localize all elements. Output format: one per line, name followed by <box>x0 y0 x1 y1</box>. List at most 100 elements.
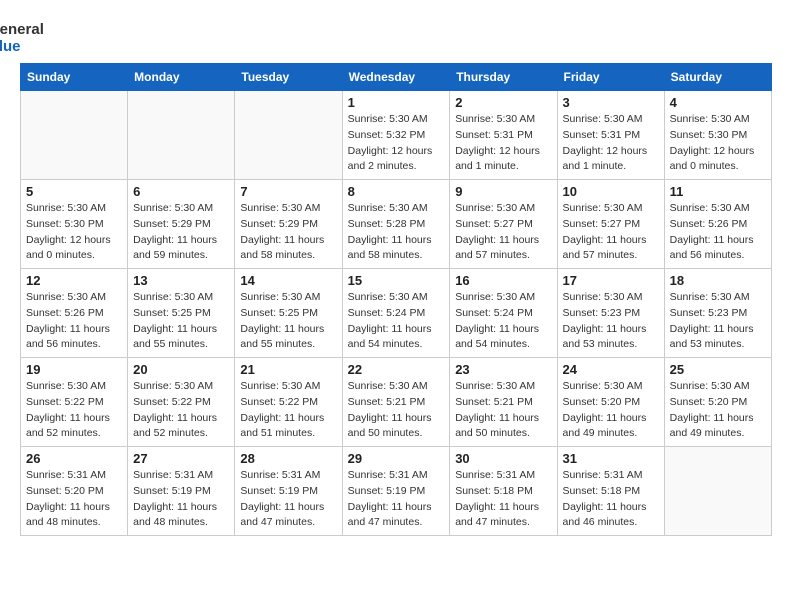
weekday-header-friday: Friday <box>557 64 664 91</box>
week-row-4: 19 Sunrise: 5:30 AM Sunset: 5:22 PM Dayli… <box>21 358 772 447</box>
day-info: Sunrise: 5:30 AM Sunset: 5:23 PM Dayligh… <box>670 290 766 353</box>
calendar-cell <box>128 91 235 180</box>
calendar-cell: 28 Sunrise: 5:31 AM Sunset: 5:19 PM Dayli… <box>235 447 342 536</box>
week-row-3: 12 Sunrise: 5:30 AM Sunset: 5:26 PM Dayli… <box>21 269 772 358</box>
weekday-header-sunday: Sunday <box>21 64 128 91</box>
day-number: 20 <box>133 362 229 377</box>
day-info: Sunrise: 5:30 AM Sunset: 5:21 PM Dayligh… <box>455 379 551 442</box>
day-info: Sunrise: 5:30 AM Sunset: 5:30 PM Dayligh… <box>670 112 766 175</box>
day-number: 16 <box>455 273 551 288</box>
day-info: Sunrise: 5:30 AM Sunset: 5:25 PM Dayligh… <box>133 290 229 353</box>
calendar-cell: 26Sunrise: 5:31 AM Sunset: 5:20 PM Dayli… <box>21 447 128 536</box>
page: General Blue General Blue SundayMondayTu… <box>0 0 792 546</box>
day-number: 22 <box>348 362 445 377</box>
day-number: 27 <box>133 451 229 466</box>
calendar-cell <box>21 91 128 180</box>
day-info: Sunrise: 5:30 AM Sunset: 5:20 PM Dayligh… <box>670 379 766 442</box>
day-info: Sunrise: 5:30 AM Sunset: 5:22 PM Dayligh… <box>26 379 122 442</box>
day-info: Sunrise: 5:30 AM Sunset: 5:25 PM Dayligh… <box>240 290 336 353</box>
day-info: Sunrise: 5:30 AM Sunset: 5:23 PM Dayligh… <box>563 290 659 353</box>
calendar-cell: 13 Sunrise: 5:30 AM Sunset: 5:25 PM Dayli… <box>128 269 235 358</box>
day-info: Sunrise: 5:31 AM Sunset: 5:19 PM Dayligh… <box>348 468 445 531</box>
day-number: 12 <box>26 273 122 288</box>
calendar-cell: 31 Sunrise: 5:31 AM Sunset: 5:18 PM Dayli… <box>557 447 664 536</box>
calendar-cell: 5Sunrise: 5:30 AM Sunset: 5:30 PM Daylig… <box>21 180 128 269</box>
day-number: 2 <box>455 95 551 110</box>
weekday-header-monday: Monday <box>128 64 235 91</box>
calendar-cell <box>235 91 342 180</box>
calendar-cell: 16 Sunrise: 5:30 AM Sunset: 5:24 PM Dayli… <box>450 269 557 358</box>
day-number: 5 <box>26 184 122 199</box>
day-number: 13 <box>133 273 229 288</box>
header: General Blue General Blue <box>20 20 772 55</box>
day-number: 25 <box>670 362 766 377</box>
day-number: 30 <box>455 451 551 466</box>
weekday-header-saturday: Saturday <box>664 64 771 91</box>
calendar-cell: 20 Sunrise: 5:30 AM Sunset: 5:22 PM Dayli… <box>128 358 235 447</box>
calendar-cell: 25 Sunrise: 5:30 AM Sunset: 5:20 PM Dayli… <box>664 358 771 447</box>
logo-general: General <box>0 22 44 39</box>
day-number: 23 <box>455 362 551 377</box>
calendar-cell: 14 Sunrise: 5:30 AM Sunset: 5:25 PM Dayli… <box>235 269 342 358</box>
calendar-cell: 17 Sunrise: 5:30 AM Sunset: 5:23 PM Dayli… <box>557 269 664 358</box>
logo: General Blue General Blue <box>20 20 44 55</box>
day-info: Sunrise: 5:30 AM Sunset: 5:32 PM Dayligh… <box>348 112 445 175</box>
day-info: Sunrise: 5:30 AM Sunset: 5:22 PM Dayligh… <box>240 379 336 442</box>
day-info: Sunrise: 5:30 AM Sunset: 5:28 PM Dayligh… <box>348 201 445 264</box>
day-info: Sunrise: 5:31 AM Sunset: 5:19 PM Dayligh… <box>240 468 336 531</box>
day-number: 28 <box>240 451 336 466</box>
calendar-cell: 8 Sunrise: 5:30 AM Sunset: 5:28 PM Daylig… <box>342 180 450 269</box>
day-number: 21 <box>240 362 336 377</box>
calendar-cell: 18 Sunrise: 5:30 AM Sunset: 5:23 PM Dayli… <box>664 269 771 358</box>
day-info: Sunrise: 5:30 AM Sunset: 5:21 PM Dayligh… <box>348 379 445 442</box>
day-info: Sunrise: 5:30 AM Sunset: 5:27 PM Dayligh… <box>563 201 659 264</box>
day-number: 18 <box>670 273 766 288</box>
week-row-2: 5Sunrise: 5:30 AM Sunset: 5:30 PM Daylig… <box>21 180 772 269</box>
day-info: Sunrise: 5:30 AM Sunset: 5:31 PM Dayligh… <box>455 112 551 175</box>
calendar-cell: 21 Sunrise: 5:30 AM Sunset: 5:22 PM Dayli… <box>235 358 342 447</box>
day-number: 29 <box>348 451 445 466</box>
day-number: 31 <box>563 451 659 466</box>
day-info: Sunrise: 5:30 AM Sunset: 5:24 PM Dayligh… <box>455 290 551 353</box>
weekday-header-tuesday: Tuesday <box>235 64 342 91</box>
day-info: Sunrise: 5:30 AM Sunset: 5:20 PM Dayligh… <box>563 379 659 442</box>
calendar-cell: 3 Sunrise: 5:30 AM Sunset: 5:31 PM Daylig… <box>557 91 664 180</box>
calendar-cell: 12 Sunrise: 5:30 AM Sunset: 5:26 PM Dayli… <box>21 269 128 358</box>
calendar-cell: 11Sunrise: 5:30 AM Sunset: 5:26 PM Dayli… <box>664 180 771 269</box>
day-info: Sunrise: 5:30 AM Sunset: 5:22 PM Dayligh… <box>133 379 229 442</box>
calendar-cell: 2 Sunrise: 5:30 AM Sunset: 5:31 PM Daylig… <box>450 91 557 180</box>
day-info: Sunrise: 5:30 AM Sunset: 5:24 PM Dayligh… <box>348 290 445 353</box>
calendar-cell: 22 Sunrise: 5:30 AM Sunset: 5:21 PM Dayli… <box>342 358 450 447</box>
day-number: 7 <box>240 184 336 199</box>
calendar-cell: 23 Sunrise: 5:30 AM Sunset: 5:21 PM Dayli… <box>450 358 557 447</box>
logo-blue: Blue <box>0 39 44 56</box>
day-number: 14 <box>240 273 336 288</box>
day-number: 9 <box>455 184 551 199</box>
week-row-5: 26Sunrise: 5:31 AM Sunset: 5:20 PM Dayli… <box>21 447 772 536</box>
weekday-header-wednesday: Wednesday <box>342 64 450 91</box>
day-info: Sunrise: 5:31 AM Sunset: 5:19 PM Dayligh… <box>133 468 229 531</box>
weekday-header-thursday: Thursday <box>450 64 557 91</box>
day-info: Sunrise: 5:30 AM Sunset: 5:27 PM Dayligh… <box>455 201 551 264</box>
calendar-cell: 15 Sunrise: 5:30 AM Sunset: 5:24 PM Dayli… <box>342 269 450 358</box>
weekday-header-row: SundayMondayTuesdayWednesdayThursdayFrid… <box>21 64 772 91</box>
week-row-1: 1Sunrise: 5:30 AM Sunset: 5:32 PM Daylig… <box>21 91 772 180</box>
day-info: Sunrise: 5:30 AM Sunset: 5:26 PM Dayligh… <box>26 290 122 353</box>
day-number: 15 <box>348 273 445 288</box>
day-number: 17 <box>563 273 659 288</box>
day-number: 6 <box>133 184 229 199</box>
calendar-cell: 27 Sunrise: 5:31 AM Sunset: 5:19 PM Dayli… <box>128 447 235 536</box>
day-info: Sunrise: 5:31 AM Sunset: 5:18 PM Dayligh… <box>563 468 659 531</box>
day-number: 3 <box>563 95 659 110</box>
day-number: 8 <box>348 184 445 199</box>
day-info: Sunrise: 5:31 AM Sunset: 5:18 PM Dayligh… <box>455 468 551 531</box>
calendar-cell: 30 Sunrise: 5:31 AM Sunset: 5:18 PM Dayli… <box>450 447 557 536</box>
calendar-cell: 4Sunrise: 5:30 AM Sunset: 5:30 PM Daylig… <box>664 91 771 180</box>
calendar-cell: 29 Sunrise: 5:31 AM Sunset: 5:19 PM Dayli… <box>342 447 450 536</box>
day-number: 19 <box>26 362 122 377</box>
calendar-cell: 6Sunrise: 5:30 AM Sunset: 5:29 PM Daylig… <box>128 180 235 269</box>
day-number: 24 <box>563 362 659 377</box>
calendar-cell: 7Sunrise: 5:30 AM Sunset: 5:29 PM Daylig… <box>235 180 342 269</box>
day-info: Sunrise: 5:30 AM Sunset: 5:31 PM Dayligh… <box>563 112 659 175</box>
calendar-cell: 24 Sunrise: 5:30 AM Sunset: 5:20 PM Dayli… <box>557 358 664 447</box>
